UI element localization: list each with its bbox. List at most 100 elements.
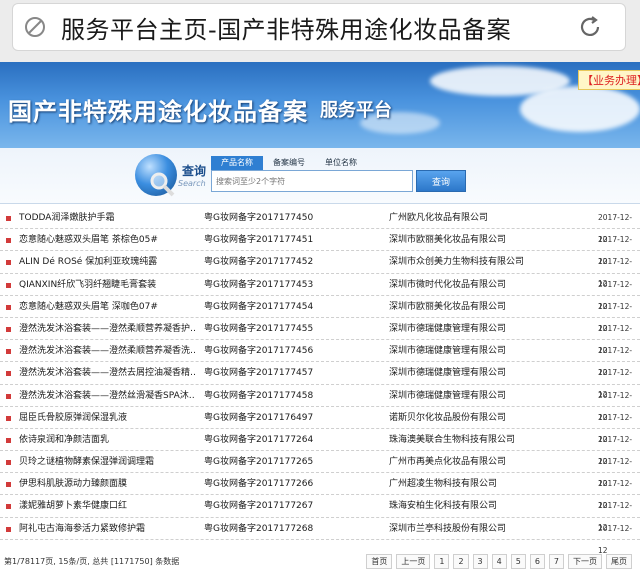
record-number: 粤G妆网备字2017176497 xyxy=(204,412,314,423)
tab-record-number[interactable]: 备案编号 xyxy=(263,156,315,170)
record-number: 粤G妆网备字2017177457 xyxy=(204,368,314,379)
list-item[interactable]: 漾妮雅胡萝卜素华健康口红 粤G妆网备字2017177267 珠海安柏生化科技有限公司… xyxy=(0,495,640,532)
product-name-link[interactable]: QIANXIN纤欣飞羽纤翘睫毛膏套装 xyxy=(19,274,195,296)
business-link[interactable]: 【业务办理】 xyxy=(578,70,640,90)
search-label-en: Search xyxy=(178,179,206,188)
page-number-button[interactable]: 2 xyxy=(453,554,469,569)
list-item[interactable]: 恋意随心魅惑双头眉笔 深咖色07# 粤G妆网备字2017177454 深圳市欧丽美化… xyxy=(0,296,640,333)
prev-page-button[interactable]: 上一页 xyxy=(396,554,431,569)
first-page-button[interactable]: 首页 xyxy=(366,554,393,569)
search-tabs: 产品名称 备案编号 单位名称 xyxy=(211,156,367,170)
product-name-link[interactable]: 澄然洗发沐浴套装——澄然丝滑凝香SPA沐… xyxy=(19,385,195,407)
page-number-button[interactable]: 1 xyxy=(434,554,450,569)
tab-product-name[interactable]: 产品名称 xyxy=(211,156,263,170)
product-name-link[interactable]: TODDA润泽嫩肤护手霜 xyxy=(19,207,195,229)
company-name: 广州超凌生物科技有限公司 xyxy=(389,479,498,490)
list-item[interactable]: 贝玲之谜植物酵素保湿弹润调理霜 粤G妆网备字2017177265 广州市再美点化妆品… xyxy=(0,451,640,488)
product-name-link[interactable]: 伊思科肌肤源动力臻颜面膜 xyxy=(19,473,195,495)
product-name-link[interactable]: 贝玲之谜植物酵素保湿弹润调理霜 xyxy=(19,451,195,473)
company-name: 深圳市微时代化妆品有限公司 xyxy=(389,279,507,290)
company-name: 深圳市德瑞健康管理有限公司 xyxy=(389,390,507,401)
list-item[interactable]: 依诗泉润和净颜洁面乳 粤G妆网备字2017177264 珠海澳美联合生物科技有限公司… xyxy=(0,429,640,466)
company-name: 深圳市德瑞健康管理有限公司 xyxy=(389,368,507,379)
record-number: 粤G妆网备字2017177266 xyxy=(204,479,314,490)
list-item[interactable]: ALIN Dé ROSé 保加利亚玫瑰纯露 粤G妆网备字2017177452 深圳市… xyxy=(0,251,640,288)
list-item[interactable]: 澄然洗发沐浴套装——澄然去屑控油凝香精… 粤G妆网备字2017177457 深圳市德… xyxy=(0,362,640,399)
page-number-button[interactable]: 4 xyxy=(491,554,507,569)
bullet-icon xyxy=(6,504,11,510)
product-name-link[interactable]: 阿礼屯古海海参活力紧致修护霜 xyxy=(19,518,195,540)
product-name-link[interactable]: 漾妮雅胡萝卜素华健康口红 xyxy=(19,495,195,517)
product-name-link[interactable]: 恋意随心魅惑双头眉笔 茶棕色05# xyxy=(19,229,195,251)
record-number: 粤G妆网备字2017177450 xyxy=(204,213,314,223)
bullet-icon xyxy=(6,304,11,310)
reload-icon[interactable] xyxy=(555,3,625,51)
bullet-icon xyxy=(6,393,11,399)
record-number: 粤G妆网备字2017177268 xyxy=(204,523,314,534)
list-item[interactable]: 屈臣氏骨胶原弹润保湿乳液 粤G妆网备字2017176497 诺斯贝尔化妆品股份有限公… xyxy=(0,407,640,444)
pager-links: 首页 上一页 1234567 下一页 尾页 xyxy=(366,554,632,569)
company-name: 深圳市德瑞健康管理有限公司 xyxy=(389,346,507,357)
cloud-decoration xyxy=(520,86,640,132)
bullet-icon xyxy=(6,526,11,532)
company-name: 深圳市兰亭科技股份有限公司 xyxy=(389,523,507,534)
list-item[interactable]: 阿礼屯古海海参活力紧致修护霜 粤G妆网备字2017177268 深圳市兰亭科技股份有… xyxy=(0,518,640,555)
product-name-link[interactable]: 澄然洗发沐浴套装——澄然柔顺营养凝香洗… xyxy=(19,340,195,362)
page-numbers: 1234567 xyxy=(434,554,564,569)
list-item[interactable]: TODDA润泽嫩肤护手霜 粤G妆网备字2017177450 广州欧凡化妆品有限公司 2… xyxy=(0,207,640,244)
bullet-icon xyxy=(6,437,11,443)
record-number: 粤G妆网备字2017177265 xyxy=(204,457,314,468)
list-item[interactable]: QIANXIN纤欣飞羽纤翘睫毛膏套装 粤G妆网备字2017177453 深圳市微时代… xyxy=(0,274,640,311)
page-number-button[interactable]: 3 xyxy=(472,554,488,569)
bullet-icon xyxy=(6,349,11,355)
record-number: 粤G妆网备字2017177451 xyxy=(204,235,314,246)
page-number-button[interactable]: 6 xyxy=(529,554,545,569)
bullet-icon xyxy=(6,326,11,332)
list-item[interactable]: 澄然洗发沐浴套装——澄然柔顺营养凝香护… 粤G妆网备字2017177455 深圳市德… xyxy=(0,318,640,355)
record-number: 粤G妆网备字2017177452 xyxy=(204,257,314,268)
list-item[interactable]: 伊思科肌肤源动力臻颜面膜 粤G妆网备字2017177266 广州超凌生物科技有限公司… xyxy=(0,473,640,510)
record-number: 粤G妆网备字2017177453 xyxy=(204,279,314,290)
product-name-link[interactable]: 恋意随心魅惑双头眉笔 深咖色07# xyxy=(19,296,195,318)
record-number: 粤G妆网备字2017177454 xyxy=(204,301,314,312)
compass-icon xyxy=(13,3,57,51)
company-name: 深圳市欧丽美化妆品有限公司 xyxy=(389,301,507,312)
bullet-icon xyxy=(6,371,11,377)
record-number: 粤G妆网备字2017177455 xyxy=(204,323,314,334)
browser-toolbar: 服务平台主页-国产非特殊用途化妆品备案 xyxy=(0,0,640,62)
bullet-icon xyxy=(6,460,11,466)
search-label: 查询 xyxy=(182,164,207,178)
list-item[interactable]: 恋意随心魅惑双头眉笔 茶棕色05# 粤G妆网备字2017177451 深圳市欧丽美化… xyxy=(0,229,640,266)
record-number: 粤G妆网备字2017177458 xyxy=(204,390,314,401)
last-page-button[interactable]: 尾页 xyxy=(606,554,632,569)
bullet-icon xyxy=(6,238,11,244)
bullet-icon xyxy=(6,482,11,488)
product-name-link[interactable]: 澄然洗发沐浴套装——澄然去屑控油凝香精… xyxy=(19,362,195,384)
banner-subtitle: 服务平台 xyxy=(320,100,392,121)
product-name-link[interactable]: 屈臣氏骨胶原弹润保湿乳液 xyxy=(19,407,195,429)
product-name-link[interactable]: 依诗泉润和净颜洁面乳 xyxy=(19,429,195,451)
page-number-button[interactable]: 5 xyxy=(510,554,526,569)
product-name-link[interactable]: ALIN Dé ROSé 保加利亚玫瑰纯露 xyxy=(19,251,195,273)
tab-company-name[interactable]: 单位名称 xyxy=(315,156,367,170)
next-page-button[interactable]: 下一页 xyxy=(568,554,602,569)
company-name: 珠海澳美联合生物科技有限公司 xyxy=(389,434,516,445)
bullet-icon xyxy=(6,260,11,266)
list-item[interactable]: 澄然洗发沐浴套装——澄然柔顺营养凝香洗… 粤G妆网备字2017177456 深圳市德… xyxy=(0,340,640,377)
url-text[interactable]: 服务平台主页-国产非特殊用途化妆品备案 xyxy=(57,10,555,45)
pagination: 第1/78117页, 15条/页, 总共 [1171750] 条数据 首页 上一… xyxy=(0,551,640,573)
company-name: 深圳市德瑞健康管理有限公司 xyxy=(389,323,507,334)
address-bar[interactable]: 服务平台主页-国产非特殊用途化妆品备案 xyxy=(12,3,626,51)
magnifier-icon xyxy=(150,172,175,197)
product-name-link[interactable]: 澄然洗发沐浴套装——澄然柔顺营养凝香护… xyxy=(19,318,195,340)
search-button[interactable]: 查询 xyxy=(416,170,466,192)
list-item[interactable]: 澄然洗发沐浴套装——澄然丝滑凝香SPA沐… 粤G妆网备字2017177458 深圳市… xyxy=(0,385,640,422)
record-number: 粤G妆网备字2017177456 xyxy=(204,346,314,357)
search-panel: 查询 Search 产品名称 备案编号 单位名称 查询 xyxy=(0,148,640,204)
record-number: 粤G妆网备字2017177264 xyxy=(204,434,314,445)
page-number-button[interactable]: 7 xyxy=(548,554,564,569)
company-name: 广州市再美点化妆品有限公司 xyxy=(389,457,507,468)
bullet-icon xyxy=(6,216,11,221)
pager-info: 第1/78117页, 15条/页, 总共 [1171750] 条数据 xyxy=(4,557,180,566)
search-input[interactable] xyxy=(211,170,413,192)
